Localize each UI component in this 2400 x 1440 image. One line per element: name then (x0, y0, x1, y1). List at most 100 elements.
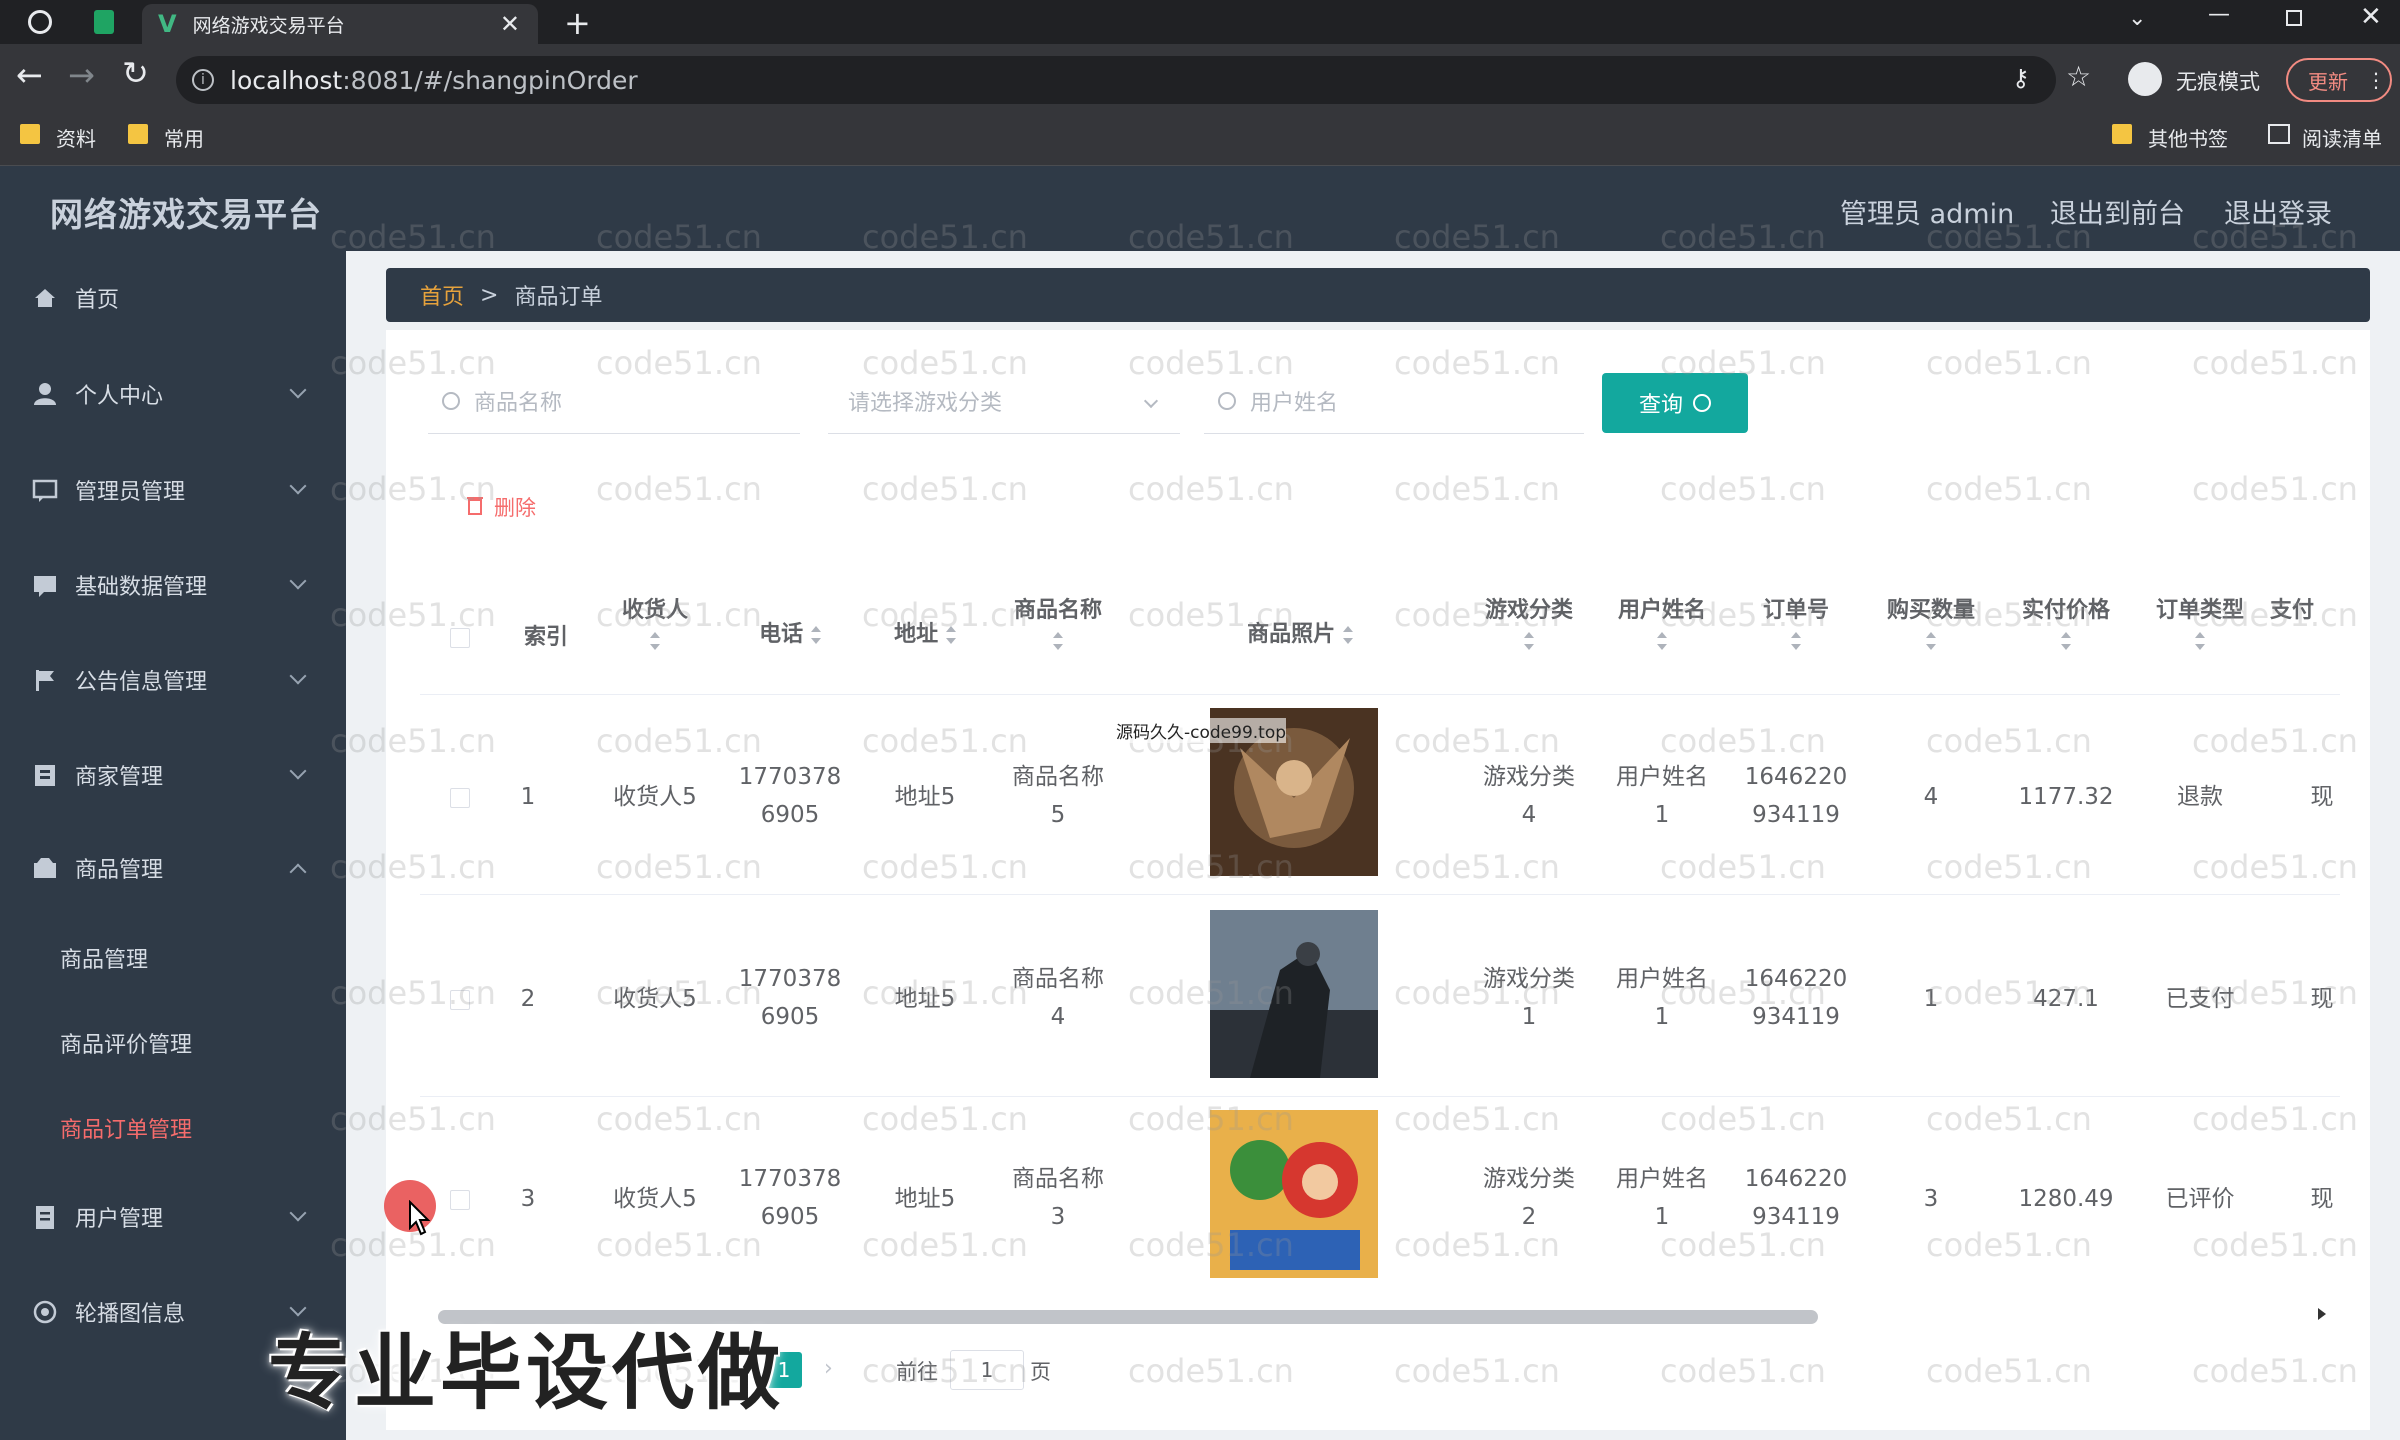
sort-icon[interactable] (810, 626, 821, 644)
sidebar-item-label: 首页 (75, 288, 120, 313)
sidebar-subitem-products[interactable]: 商品管理 (60, 942, 148, 974)
logout-link[interactable]: 退出登录 (2224, 192, 2332, 231)
bookmark-other[interactable]: 其他书签 (2148, 123, 2228, 152)
new-tab-icon[interactable]: + (564, 4, 591, 42)
sidebar-item-admins[interactable]: 管理员管理 (0, 460, 346, 520)
sidebar-item-label: 管理员管理 (75, 480, 186, 505)
category-placeholder: 请选择游戏分类 (848, 390, 1003, 416)
box-icon (32, 855, 58, 881)
bookmark-reading-list[interactable]: 阅读清单 (2302, 123, 2382, 152)
column-header-category[interactable]: 游戏分类 (1459, 596, 1599, 656)
goto-page-input[interactable]: 1 (950, 1350, 1024, 1390)
sort-icon[interactable] (650, 632, 660, 650)
category-select[interactable]: 请选择游戏分类 (828, 368, 1180, 434)
site-info-icon[interactable]: i (192, 69, 214, 91)
next-page-icon[interactable]: › (824, 1356, 833, 1381)
window-close-icon[interactable]: ✕ (2360, 2, 2382, 32)
query-button[interactable]: 查询 (1602, 373, 1748, 433)
column-header-phone[interactable]: 电话 (720, 620, 860, 650)
chat-icon (32, 477, 58, 503)
sort-icon[interactable] (2061, 632, 2071, 650)
delete-label: 删除 (494, 496, 536, 520)
column-header-order-type[interactable]: 订单类型 (2130, 596, 2270, 656)
column-header-product-photo[interactable]: 商品照片 (1210, 620, 1390, 650)
column-header-address[interactable]: 地址 (855, 620, 995, 650)
cell-category: 游戏分类 1 (1483, 966, 1575, 1030)
forward-icon[interactable]: → (68, 56, 95, 94)
reload-icon[interactable]: ↻ (122, 54, 149, 92)
sidebar-item-personal[interactable]: 个人中心 (0, 364, 346, 424)
sort-icon[interactable] (1926, 632, 1936, 650)
cell-index: 3 (520, 1186, 536, 1212)
sort-icon[interactable] (1657, 632, 1667, 650)
back-icon[interactable]: ← (16, 56, 43, 94)
product-photo-warrior (1210, 910, 1378, 1078)
restore-icon[interactable] (2286, 10, 2302, 26)
sort-icon[interactable] (2195, 632, 2205, 650)
menu-dots-icon[interactable]: ⋮ (2366, 68, 2386, 92)
sidebar-item-base-data[interactable]: 基础数据管理 (0, 555, 346, 615)
sidebar-item-label: 基础数据管理 (75, 575, 208, 600)
tab-search-icon[interactable]: ⌄ (2128, 6, 2146, 31)
column-header-quantity[interactable]: 购买数量 (1861, 596, 2001, 656)
select-all-checkbox[interactable] (450, 628, 470, 648)
sidebar-subitem-orders[interactable]: 商品订单管理 (60, 1112, 192, 1144)
column-header-order-no[interactable]: 订单号 (1726, 596, 1866, 656)
user-name-input[interactable]: 用户姓名 (1204, 368, 1584, 434)
product-name-input[interactable]: 商品名称 (428, 368, 800, 434)
scroll-right-icon[interactable] (2318, 1308, 2326, 1320)
sidebar-item-notices[interactable]: 公告信息管理 (0, 650, 346, 710)
exit-to-front-link[interactable]: 退出到前台 (2050, 192, 2185, 231)
cell-user-name: 用户姓名 1 (1616, 764, 1708, 828)
delete-button[interactable]: 删除 (466, 492, 536, 522)
goto-suffix: 页 (1030, 1360, 1051, 1384)
column-header-pay[interactable]: 支付 (2270, 596, 2340, 626)
bookmark-folder[interactable]: 资料 (56, 123, 96, 152)
column-header-price[interactable]: 实付价格 (1996, 596, 2136, 656)
query-label: 查询 (1638, 393, 1683, 418)
sheet-tab-icon[interactable] (94, 10, 114, 34)
sidebar-item-home[interactable]: 首页 (0, 268, 346, 328)
cell-phone: 1770378 6905 (738, 966, 842, 1030)
update-button[interactable]: 更新 ⋮ (2286, 58, 2392, 102)
incognito-icon[interactable] (2128, 62, 2162, 96)
active-tab[interactable]: V 网络游戏交易平台 ✕ (142, 4, 538, 44)
cell-receiver: 收货人5 (613, 1186, 697, 1212)
sidebar-item-products[interactable]: 商品管理 (0, 838, 346, 898)
cell-product-name: 商品名称 4 (1012, 966, 1104, 1030)
sort-icon[interactable] (945, 626, 956, 644)
folder-icon (2112, 124, 2132, 144)
bookmark-star-icon[interactable]: ☆ (2066, 60, 2091, 93)
chevron-down-icon (289, 667, 307, 685)
cell-receiver: 收货人5 (613, 986, 697, 1012)
content-panel (386, 330, 2370, 1430)
sort-icon[interactable] (1342, 626, 1353, 644)
column-header-receiver[interactable]: 收货人 (585, 596, 725, 656)
sidebar-item-merchants[interactable]: 商家管理 (0, 745, 346, 805)
sort-icon[interactable] (1524, 632, 1534, 650)
folder-icon (20, 124, 40, 144)
cell-price: 427.1 (2033, 986, 2099, 1012)
sort-icon[interactable] (1791, 632, 1801, 650)
address-bar[interactable]: i localhost :8081/#/shangpinOrder (176, 56, 2056, 104)
carousel-icon (32, 1299, 58, 1325)
sidebar-subitem-reviews[interactable]: 商品评价管理 (60, 1027, 192, 1059)
tab-close-icon[interactable]: ✕ (500, 10, 520, 38)
vue-logo-icon: V (158, 10, 177, 38)
breadcrumb-home[interactable]: 首页 (420, 279, 464, 311)
row-divider (420, 894, 2340, 895)
minimize-icon[interactable]: — (2208, 2, 2230, 27)
password-key-icon[interactable]: ⚷ (2012, 64, 2030, 92)
bookmarks-bar (0, 116, 2400, 166)
cell-order-no: 1646220 934119 (1744, 966, 1848, 1030)
sidebar-item-label: 个人中心 (75, 384, 164, 409)
cell-phone: 1770378 6905 (738, 764, 842, 828)
browser-app-icon[interactable] (28, 10, 52, 34)
bookmark-folder[interactable]: 常用 (164, 123, 204, 152)
cell-product-name: 商品名称 3 (1012, 1166, 1104, 1230)
column-header-product-name[interactable]: 商品名称 (988, 596, 1128, 656)
sort-icon[interactable] (1053, 632, 1063, 650)
user-name-placeholder: 用户姓名 (1250, 390, 1339, 416)
sidebar-item-users[interactable]: 用户管理 (0, 1187, 346, 1247)
column-header-user-name[interactable]: 用户姓名 (1592, 596, 1732, 656)
